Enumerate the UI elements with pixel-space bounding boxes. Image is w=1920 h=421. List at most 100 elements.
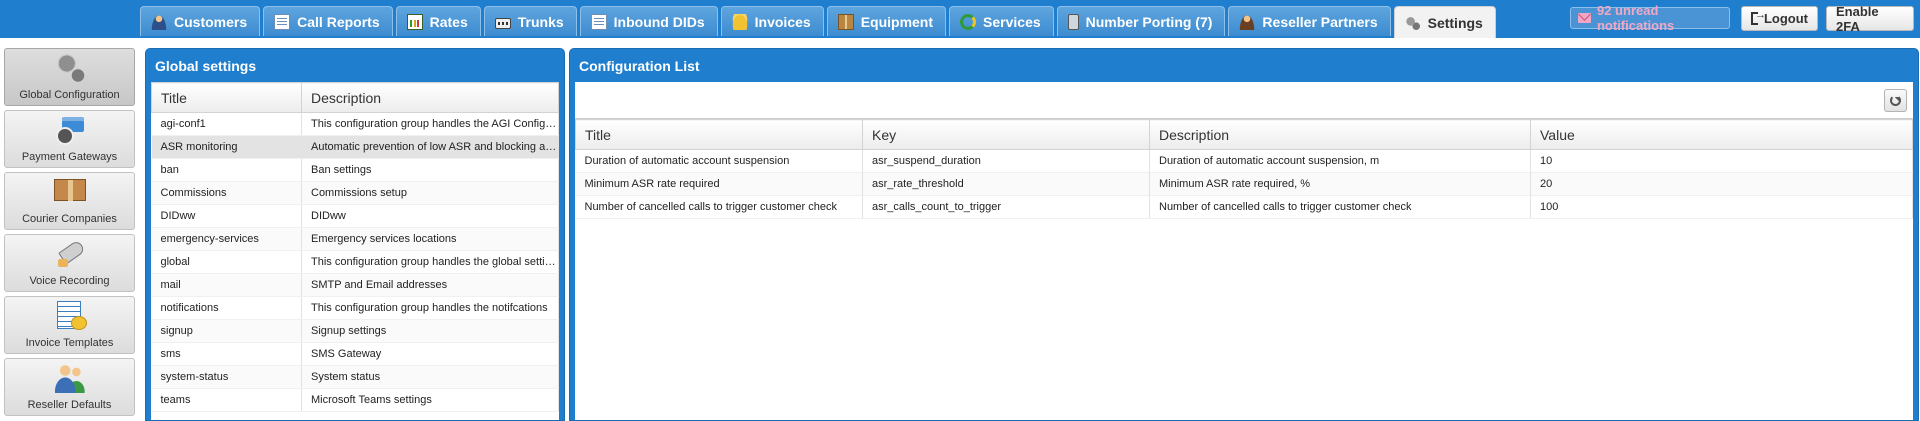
cell-key: asr_rate_threshold — [862, 172, 1150, 196]
cell-description: This configuration group handles the glo… — [301, 250, 559, 274]
cell-description: Signup settings — [301, 319, 559, 343]
table-row[interactable]: emergency-services Emergency services loc… — [151, 227, 559, 251]
cell-title: Duration of automatic account suspension — [575, 149, 863, 173]
cell-key: asr_calls_count_to_trigger — [862, 195, 1150, 219]
table-row[interactable]: agi-conf1 This configuration group handle… — [151, 112, 559, 136]
tab-rates[interactable]: Rates — [395, 6, 481, 36]
cell-description: This configuration group handles the not… — [301, 296, 559, 320]
cell-description: Ban settings — [301, 158, 559, 182]
column-header-title[interactable]: Title — [151, 82, 302, 113]
chart-icon — [406, 13, 423, 30]
sidebar-item-payment-gateways[interactable]: Payment Gateways — [4, 110, 135, 168]
sidebar-item-label: Payment Gateways — [21, 151, 118, 163]
cell-title: notifications — [151, 296, 302, 320]
cell-title: Minimum ASR rate required — [575, 172, 863, 196]
coins-icon — [731, 13, 748, 30]
panel-title: Configuration List — [579, 57, 700, 74]
logout-icon — [1751, 9, 1766, 25]
sidebar-item-label: Invoice Templates — [25, 337, 114, 349]
table-row[interactable]: Minimum ASR rate required asr_rate_thresh… — [575, 172, 1913, 196]
cell-title: Commissions — [151, 181, 302, 205]
table-row[interactable]: Commissions Commissions setup — [151, 181, 559, 205]
refresh-icon — [1890, 95, 1901, 106]
table-row[interactable]: DIDww DIDww — [151, 204, 559, 228]
table-row[interactable]: mail SMTP and Email addresses — [151, 273, 559, 297]
tab-label: Reseller Partners — [1262, 13, 1378, 30]
table-row[interactable]: global This configuration group handles t… — [151, 250, 559, 274]
sidebar-item-courier-companies[interactable]: Courier Companies — [4, 172, 135, 230]
table-row[interactable]: ASR monitoring Automatic prevention of lo… — [151, 135, 559, 159]
cell-value: 20 — [1530, 172, 1913, 196]
configuration-list-body: Title Key Description Value Duration of … — [575, 82, 1913, 420]
tab-customers[interactable]: Customers — [140, 6, 261, 36]
table-row[interactable]: Number of cancelled calls to trigger cus… — [575, 195, 1913, 219]
tab-trunks[interactable]: Trunks — [483, 6, 577, 36]
sidebar-item-label: Courier Companies — [22, 213, 117, 225]
tab-number-porting[interactable]: Number Porting (7) — [1056, 6, 1226, 36]
global-settings-panel: Global settings Title Description agi-co… — [145, 48, 565, 421]
report-icon — [274, 13, 291, 30]
cell-description: Duration of automatic account suspension… — [1149, 149, 1531, 173]
cell-title: system-status — [151, 365, 302, 389]
column-header-description[interactable]: Description — [1149, 119, 1531, 150]
refresh-button[interactable] — [1884, 89, 1907, 112]
table-row[interactable]: Duration of automatic account suspension… — [575, 149, 1913, 173]
cell-value: 100 — [1530, 195, 1913, 219]
table-row[interactable]: notifications This configuration group ha… — [151, 296, 559, 320]
cell-key: asr_suspend_duration — [862, 149, 1150, 173]
sidebar-item-invoice-templates[interactable]: Invoice Templates — [4, 296, 135, 354]
cell-description: SMS Gateway — [301, 342, 559, 366]
cell-description: Commissions setup — [301, 181, 559, 205]
top-navigation-bar: Customers Call Reports Rates Trunks Inbo… — [0, 0, 1920, 38]
main-tabs: Customers Call Reports Rates Trunks Inbo… — [140, 6, 1499, 38]
cell-description: Emergency services locations — [301, 227, 559, 251]
table-row[interactable]: system-status System status — [151, 365, 559, 389]
gears-icon — [53, 53, 86, 83]
gears-icon — [1404, 14, 1421, 31]
invoice-icon — [54, 301, 87, 331]
panel-title: Global settings — [155, 57, 257, 74]
enable-2fa-label: Enable 2FA — [1836, 3, 1879, 34]
table-row[interactable]: sms SMS Gateway — [151, 342, 559, 366]
tab-invoices[interactable]: Invoices — [720, 6, 824, 36]
column-header-key[interactable]: Key — [862, 119, 1150, 150]
column-header-title[interactable]: Title — [575, 119, 863, 150]
global-settings-table: Title Description agi-conf1 This configur… — [151, 82, 559, 412]
services-icon — [960, 13, 977, 30]
cell-title: signup — [151, 319, 302, 343]
sidebar-item-global-configuration[interactable]: Global Configuration — [4, 48, 135, 106]
table-row[interactable]: signup Signup settings — [151, 319, 559, 343]
table-row[interactable]: ban Ban settings — [151, 158, 559, 182]
cell-title: sms — [151, 342, 302, 366]
sidebar-item-voice-recording[interactable]: Voice Recording — [4, 234, 135, 292]
tab-settings[interactable]: Settings — [1393, 6, 1496, 38]
tab-services[interactable]: Services — [949, 6, 1054, 36]
tab-call-reports[interactable]: Call Reports — [263, 6, 393, 36]
cell-description: Microsoft Teams settings — [301, 388, 559, 412]
cell-description: This configuration group handles the AGI… — [301, 112, 559, 136]
column-header-description[interactable]: Description — [301, 82, 559, 113]
box-icon — [53, 179, 86, 201]
logout-button[interactable]: Logout — [1741, 6, 1818, 31]
configuration-table: Title Key Description Value Duration of … — [575, 119, 1913, 219]
tab-label: Rates — [429, 13, 468, 30]
column-header-value[interactable]: Value — [1530, 119, 1913, 150]
envelope-icon — [1578, 13, 1591, 23]
cell-description: Number of cancelled calls to trigger cus… — [1149, 195, 1531, 219]
tab-reseller-partners[interactable]: Reseller Partners — [1228, 6, 1391, 36]
cell-title: mail — [151, 273, 302, 297]
tab-label: Call Reports — [297, 13, 380, 30]
cell-value: 10 — [1530, 149, 1913, 173]
settings-sidebar: Global Configuration Payment Gateways Co… — [4, 48, 136, 421]
global-settings-body: Title Description agi-conf1 This configur… — [151, 82, 559, 420]
sidebar-item-reseller-defaults[interactable]: Reseller Defaults — [4, 358, 135, 416]
configuration-list-panel: Configuration List Title Key Description… — [569, 48, 1919, 421]
cell-title: agi-conf1 — [151, 112, 302, 136]
tab-equipment[interactable]: Equipment — [826, 6, 947, 36]
notifications-button[interactable]: 92 unread notifications — [1570, 3, 1730, 33]
enable-2fa-button[interactable]: Enable 2FA — [1826, 3, 1914, 34]
table-row[interactable]: teams Microsoft Teams settings — [151, 388, 559, 412]
tab-inbound-dids[interactable]: Inbound DIDs — [579, 6, 718, 36]
sidebar-item-label: Voice Recording — [29, 275, 110, 287]
cell-title: Number of cancelled calls to trigger cus… — [575, 195, 863, 219]
